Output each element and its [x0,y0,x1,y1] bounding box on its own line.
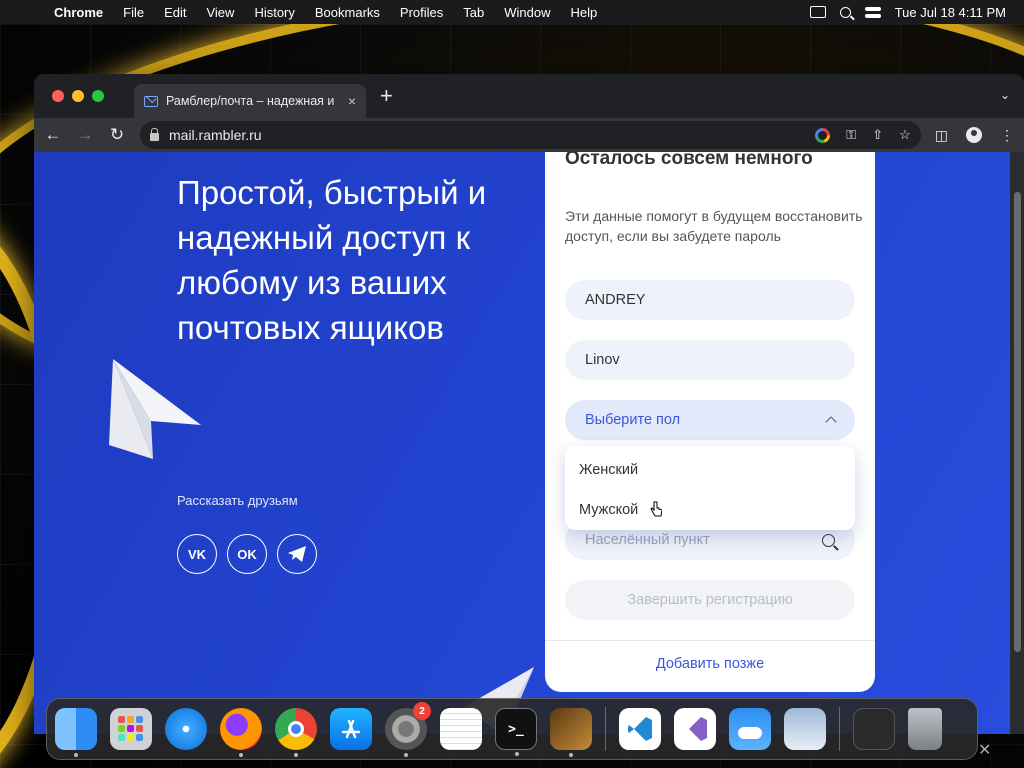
gender-select[interactable]: Выберите пол [565,400,855,440]
desktop-folder-icon[interactable] [853,708,895,750]
tab-search-chevron-icon[interactable]: ⌄ [1000,88,1010,102]
address-bar[interactable]: mail.rambler.ru ⚿ ⇧ ☆ [140,121,921,149]
registration-card: Осталось совсем немного Эти данные помог… [545,152,875,692]
terminal-icon[interactable]: >_ [495,708,537,756]
lock-icon[interactable] [150,127,159,141]
card-divider [545,640,875,641]
social-share-buttons: VK OK [177,534,317,574]
hand-cursor-icon [650,501,662,517]
minimize-window-button[interactable] [72,90,84,102]
city-placeholder: Населённый пункт [585,532,710,548]
card-title: Осталось совсем немного [565,152,813,169]
telegram-icon [288,546,306,562]
dock-separator [605,707,606,751]
browser-window: Рамблер/почта – надежная и × + ⌄ ← → ↻ m… [34,74,1024,734]
back-arrow-icon[interactable]: ← [44,125,62,145]
share-label: Рассказать друзьям [177,493,298,508]
dock: 2 >_ [46,698,978,760]
menu-view[interactable]: View [196,5,244,20]
address-bar-actions: ⚿ ⇧ ☆ [815,127,911,143]
menu-history[interactable]: History [244,5,304,20]
screen-mirroring-icon[interactable] [809,6,826,18]
garageband-icon[interactable] [550,708,592,757]
vk-icon: VK [187,546,207,562]
toolbar-right: ◫ ⋮ [935,127,1014,144]
terminal-prompt-label: >_ [508,721,524,737]
new-tab-button[interactable]: + [380,83,393,109]
gender-dropdown: Женский Мужской [565,446,855,530]
gender-option-female[interactable]: Женский [565,450,855,490]
safari-icon[interactable] [165,708,207,750]
menu-app-name[interactable]: Chrome [44,5,113,20]
reload-icon[interactable]: ↻ [108,125,126,145]
kebab-menu-icon[interactable]: ⋮ [1000,127,1014,144]
visual-studio-icon[interactable] [674,708,716,750]
launchpad-icon[interactable] [110,708,152,750]
menu-bar: Chrome File Edit View History Bookmarks … [0,0,1024,24]
finish-registration-button[interactable]: Завершить регистрацию [565,580,855,620]
app-store-icon[interactable] [330,708,372,750]
gender-select-label: Выберите пол [585,412,681,428]
tab-strip: Рамблер/почта – надежная и × + ⌄ [34,74,1024,118]
card-description: Эти данные помогут в будущем восстановит… [565,208,863,244]
first-name-field[interactable]: ANDREY [565,280,855,320]
odnoklassniki-share-button[interactable]: OK [227,534,267,574]
vk-share-button[interactable]: VK [177,534,217,574]
page-scrollbar[interactable] [1010,152,1024,734]
trash-icon[interactable] [908,708,942,750]
password-key-icon[interactable]: ⚿ [846,127,856,143]
chrome-icon[interactable] [275,708,317,757]
weather-icon[interactable] [729,708,771,750]
window-controls [52,90,104,102]
firefox-icon[interactable] [220,708,262,757]
finder-icon[interactable] [55,708,97,757]
mail-favicon-icon [144,95,158,107]
last-name-field[interactable]: Linov [565,340,855,380]
control-center-icon[interactable] [864,6,881,18]
gender-option-male[interactable]: Мужской [565,490,855,530]
close-window-button[interactable] [52,90,64,102]
vscode-icon[interactable] [619,708,661,750]
spotlight-search-icon[interactable] [839,6,851,18]
last-name-value: Linov [585,352,620,368]
menu-window[interactable]: Window [494,5,560,20]
menu-edit[interactable]: Edit [154,5,196,20]
preview-icon[interactable] [784,708,826,750]
scrollbar-thumb[interactable] [1014,192,1021,652]
telegram-share-button[interactable] [277,534,317,574]
hero-heading: Простой, быстрый и надежный доступ к люб… [177,174,487,346]
chevron-up-icon [825,416,837,428]
odnoklassniki-icon: OK [237,546,257,562]
menu-bar-status: Tue Jul 18 4:11 PM [809,5,1024,20]
google-lens-icon[interactable] [815,127,831,143]
paper-plane-icon [109,359,201,459]
system-settings-icon[interactable]: 2 [385,702,431,757]
menu-clock[interactable]: Tue Jul 18 4:11 PM [895,5,1006,20]
zoom-window-button[interactable] [92,90,104,102]
menu-help[interactable]: Help [561,5,608,20]
menu-file[interactable]: File [113,5,154,20]
search-icon[interactable] [822,533,835,547]
forward-arrow-icon[interactable]: → [76,125,94,145]
browser-toolbar: ← → ↻ mail.rambler.ru ⚿ ⇧ ☆ ◫ ⋮ [34,118,1024,152]
close-icon[interactable]: ✕ [978,740,991,760]
dock-separator [839,707,840,751]
tab-close-icon[interactable]: × [348,93,356,109]
textedit-icon[interactable] [440,708,482,750]
add-later-link[interactable]: Добавить позже [545,656,875,672]
profile-avatar-icon[interactable] [966,127,982,143]
menu-tab[interactable]: Tab [453,5,494,20]
bookmark-star-icon[interactable]: ☆ [899,127,911,143]
share-icon[interactable]: ⇧ [872,127,883,143]
tab-rambler-mail[interactable]: Рамблер/почта – надежная и × [134,84,366,118]
tab-title: Рамблер/почта – надежная и [166,94,335,108]
menu-bookmarks[interactable]: Bookmarks [305,5,390,20]
rambler-registration-page: Простой, быстрый и надежный доступ к люб… [34,152,1024,734]
menu-profiles[interactable]: Profiles [390,5,453,20]
side-panel-icon[interactable]: ◫ [935,127,948,144]
address-url[interactable]: mail.rambler.ru [169,127,805,143]
first-name-value: ANDREY [585,292,646,308]
notification-badge: 2 [413,702,431,720]
